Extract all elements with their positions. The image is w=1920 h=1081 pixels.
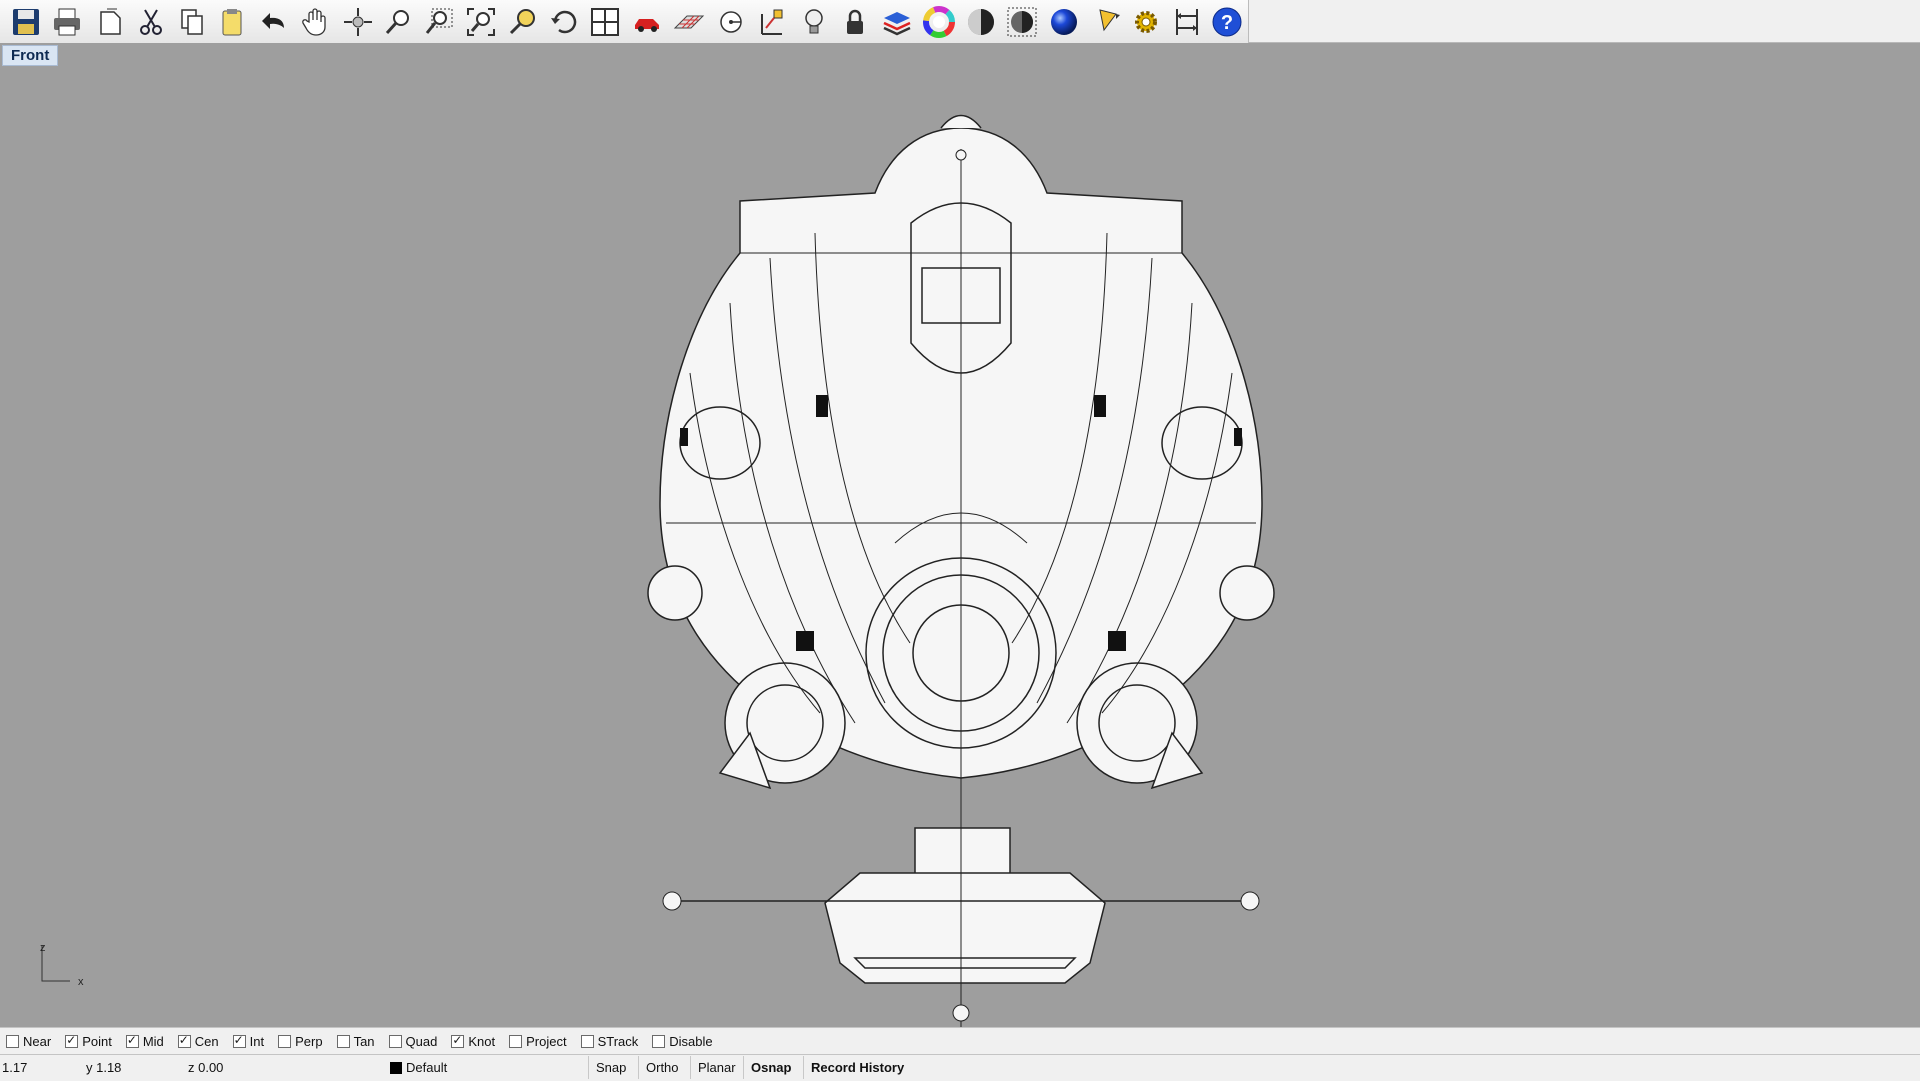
color-wheel-icon[interactable] bbox=[921, 4, 957, 40]
cut-icon[interactable] bbox=[133, 4, 169, 40]
osnap-label: Mid bbox=[142, 1034, 164, 1049]
help-icon[interactable]: ? bbox=[1209, 4, 1245, 40]
pan-hand-icon[interactable] bbox=[298, 4, 334, 40]
grid-icon[interactable] bbox=[671, 4, 707, 40]
osnap-checkbox[interactable] bbox=[388, 1035, 402, 1048]
osnap-checkbox[interactable] bbox=[232, 1033, 246, 1048]
svg-text:?: ? bbox=[1221, 12, 1233, 34]
osnap-label: Int bbox=[249, 1034, 265, 1049]
undo-view-icon[interactable] bbox=[546, 4, 582, 40]
snap-toggle[interactable]: Snap bbox=[588, 1056, 633, 1079]
save-icon[interactable] bbox=[8, 4, 44, 40]
osnap-label: Project bbox=[526, 1034, 567, 1049]
current-layer[interactable]: Default bbox=[390, 1060, 447, 1075]
osnap-checkbox[interactable] bbox=[652, 1035, 666, 1048]
standard-toolbar: ? bbox=[0, 0, 1249, 43]
print-icon[interactable] bbox=[49, 4, 85, 40]
osnap-project[interactable]: Project bbox=[509, 1034, 567, 1049]
options-gear-icon[interactable] bbox=[1128, 4, 1164, 40]
layers-icon[interactable] bbox=[879, 4, 915, 40]
viewport-title[interactable]: Front bbox=[2, 45, 59, 66]
osnap-label: Knot bbox=[468, 1034, 496, 1049]
copy-icon[interactable] bbox=[174, 4, 210, 40]
osnap-label: Tan bbox=[353, 1034, 375, 1049]
osnap-label: Disable bbox=[669, 1034, 713, 1049]
osnap-quad[interactable]: Quad bbox=[388, 1034, 438, 1049]
planar-toggle[interactable]: Planar bbox=[690, 1056, 743, 1079]
undo-icon[interactable] bbox=[256, 4, 292, 40]
osnap-checkbox[interactable] bbox=[580, 1035, 594, 1048]
airship-wireframe-model bbox=[647, 114, 1275, 1033]
osnap-checkbox[interactable] bbox=[6, 1035, 19, 1048]
front-viewport[interactable]: Front z x bbox=[0, 43, 1920, 1033]
main-toolbar: ? bbox=[0, 0, 1920, 43]
coordinate-x: 1.17 bbox=[2, 1060, 28, 1075]
layer-color-swatch bbox=[390, 1062, 402, 1074]
layer-name: Default bbox=[406, 1060, 448, 1075]
osnap-checkbox[interactable] bbox=[451, 1033, 465, 1048]
zoom-extents-icon[interactable] bbox=[463, 4, 499, 40]
axis-z-label: z bbox=[40, 943, 46, 954]
coordinate-z: z 0.00 bbox=[188, 1060, 224, 1075]
record-history-toggle[interactable]: Record History bbox=[803, 1056, 911, 1079]
osnap-label: Perp bbox=[295, 1034, 323, 1049]
osnap-near[interactable]: Near bbox=[6, 1034, 51, 1049]
osnap-label: Near bbox=[23, 1034, 52, 1049]
osnap-checkbox[interactable] bbox=[65, 1033, 79, 1048]
osnap-strack[interactable]: STrack bbox=[580, 1034, 639, 1049]
status-bar: 1.17 y 1.18 z 0.00 Default Snap Ortho Pl… bbox=[0, 1054, 1920, 1081]
osnap-tan[interactable]: Tan bbox=[336, 1034, 375, 1049]
osnap-knot[interactable]: Knot bbox=[451, 1033, 496, 1049]
osnap-checkbox[interactable] bbox=[125, 1033, 139, 1048]
zoom-window-icon[interactable] bbox=[421, 4, 457, 40]
car-icon[interactable] bbox=[629, 4, 665, 40]
shade-icon[interactable] bbox=[963, 4, 999, 40]
pencil-icon[interactable] bbox=[1092, 4, 1128, 40]
coordinate-y: y 1.18 bbox=[86, 1060, 122, 1075]
axis-x-label: x bbox=[78, 976, 84, 988]
gumball-icon[interactable] bbox=[754, 4, 790, 40]
osnap-perp[interactable]: Perp bbox=[278, 1034, 323, 1049]
paste-icon[interactable] bbox=[214, 4, 250, 40]
osnap-checkbox[interactable] bbox=[278, 1035, 292, 1048]
point-icon[interactable] bbox=[713, 4, 749, 40]
render-sphere-icon[interactable] bbox=[1046, 4, 1082, 40]
osnap-cen[interactable]: Cen bbox=[177, 1033, 219, 1049]
dimension-icon[interactable] bbox=[1169, 4, 1205, 40]
light-bulb-icon[interactable] bbox=[796, 4, 832, 40]
zoom-selected-icon[interactable] bbox=[505, 4, 541, 40]
zoom-icon[interactable] bbox=[380, 4, 416, 40]
osnap-disable[interactable]: Disable bbox=[652, 1034, 713, 1049]
osnap-checkbox[interactable] bbox=[177, 1033, 191, 1048]
osnap-bar: Near Point Mid Cen Int Perp Tan Quad Knot Project… bbox=[0, 1027, 1920, 1055]
rotate-view-icon[interactable] bbox=[340, 4, 376, 40]
osnap-label: STrack bbox=[597, 1034, 639, 1049]
ortho-toggle[interactable]: Ortho bbox=[638, 1056, 686, 1079]
osnap-point[interactable]: Point bbox=[65, 1033, 112, 1049]
render-preview-icon[interactable] bbox=[1004, 4, 1040, 40]
osnap-toggle[interactable]: Osnap bbox=[743, 1056, 798, 1079]
osnap-label: Quad bbox=[405, 1034, 438, 1049]
lock-icon[interactable] bbox=[837, 4, 873, 40]
osnap-mid[interactable]: Mid bbox=[125, 1033, 164, 1049]
osnap-label: Point bbox=[82, 1034, 112, 1049]
osnap-int[interactable]: Int bbox=[232, 1033, 265, 1049]
osnap-checkbox[interactable] bbox=[509, 1035, 523, 1048]
new-sheet-icon[interactable] bbox=[92, 4, 128, 40]
osnap-checkbox[interactable] bbox=[336, 1035, 350, 1048]
four-viewports-icon[interactable] bbox=[587, 4, 623, 40]
osnap-label: Cen bbox=[194, 1034, 219, 1049]
world-axis-indicator: z x bbox=[40, 942, 100, 993]
